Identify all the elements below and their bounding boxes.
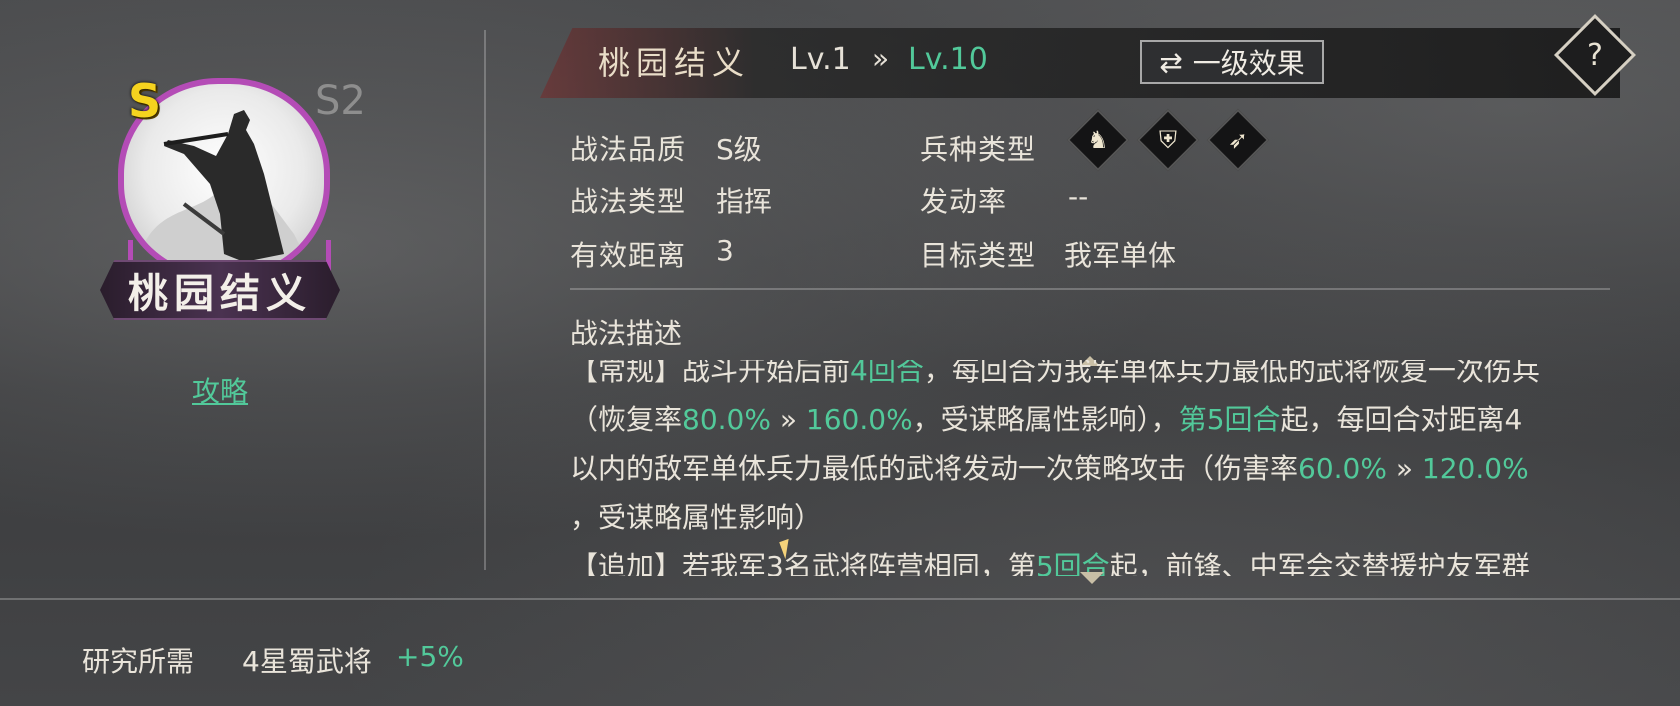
description-title: 战法描述	[570, 317, 683, 350]
quality-label: 战法品质	[570, 133, 687, 166]
bow-icon: ➶	[1206, 108, 1270, 172]
support-keyword-link[interactable]: 援护	[1390, 550, 1446, 576]
description-line: 以内的敌军单体兵力最低的武将发动一次策略攻击（伤害率60.0% » 120.0%	[570, 452, 1529, 485]
shield-icon: ⛨	[1136, 108, 1200, 172]
question-icon: ?	[1587, 37, 1603, 73]
range-label: 有效距离	[570, 239, 687, 272]
type-label: 战法类型	[570, 185, 687, 218]
skill-title: 桃园结义	[598, 44, 751, 82]
section-divider	[570, 288, 1610, 290]
effect-button-label: 一级效果	[1192, 47, 1305, 80]
description-line: 【追加】若我军3名武将阵营相同，第5回合起，前锋、中军会交替援护友军群	[570, 542, 1540, 576]
troop-type-label: 兵种类型	[920, 133, 1037, 166]
grade-badge: S	[128, 74, 162, 128]
requirement-label: 研究所需	[82, 645, 195, 678]
quality-value: S级	[716, 133, 762, 166]
vertical-divider	[484, 30, 486, 570]
cavalry-icon: ♞	[1066, 108, 1130, 172]
target-type-label: 目标类型	[920, 239, 1037, 272]
description-line: 【常规】战斗开始后前4回合，每回合为我军单体兵力最低的武将恢复一次伤兵	[570, 360, 1540, 387]
type-value: 指挥	[716, 185, 773, 218]
level-from: Lv.1	[790, 42, 851, 77]
footer-divider	[0, 598, 1680, 600]
trigger-rate-value: --	[1068, 180, 1089, 213]
skill-name-banner: 桃园结义	[100, 260, 340, 320]
swap-icon: ⇄	[1159, 45, 1183, 79]
range-value: 3	[716, 234, 734, 267]
level-arrow-icon: »	[872, 42, 890, 75]
season-badge: S2	[315, 78, 366, 124]
skill-portrait[interactable]: S S2 桃园结义	[100, 70, 366, 330]
trigger-rate-label: 发动率	[920, 185, 1008, 218]
description-scroll-area[interactable]: 【常规】战斗开始后前4回合，每回合为我军单体兵力最低的武将恢复一次伤兵 （恢复率…	[570, 360, 1610, 576]
scroll-down-icon[interactable]	[1080, 572, 1104, 584]
description-line: ，受谋略属性影响）	[570, 501, 823, 534]
target-type-value: 我军单体	[1064, 239, 1177, 272]
description-line: （恢复率80.0% » 160.0%，受谋略属性影响），第5回合起，每回合对距离…	[570, 403, 1523, 436]
requirement-bonus: +5%	[396, 640, 464, 673]
toggle-effect-button[interactable]: ⇄ 一级效果	[1140, 40, 1324, 84]
level-to: Lv.10	[908, 42, 988, 77]
guide-link[interactable]: 攻略	[192, 370, 248, 410]
requirement-value: 4星蜀武将	[242, 645, 372, 678]
